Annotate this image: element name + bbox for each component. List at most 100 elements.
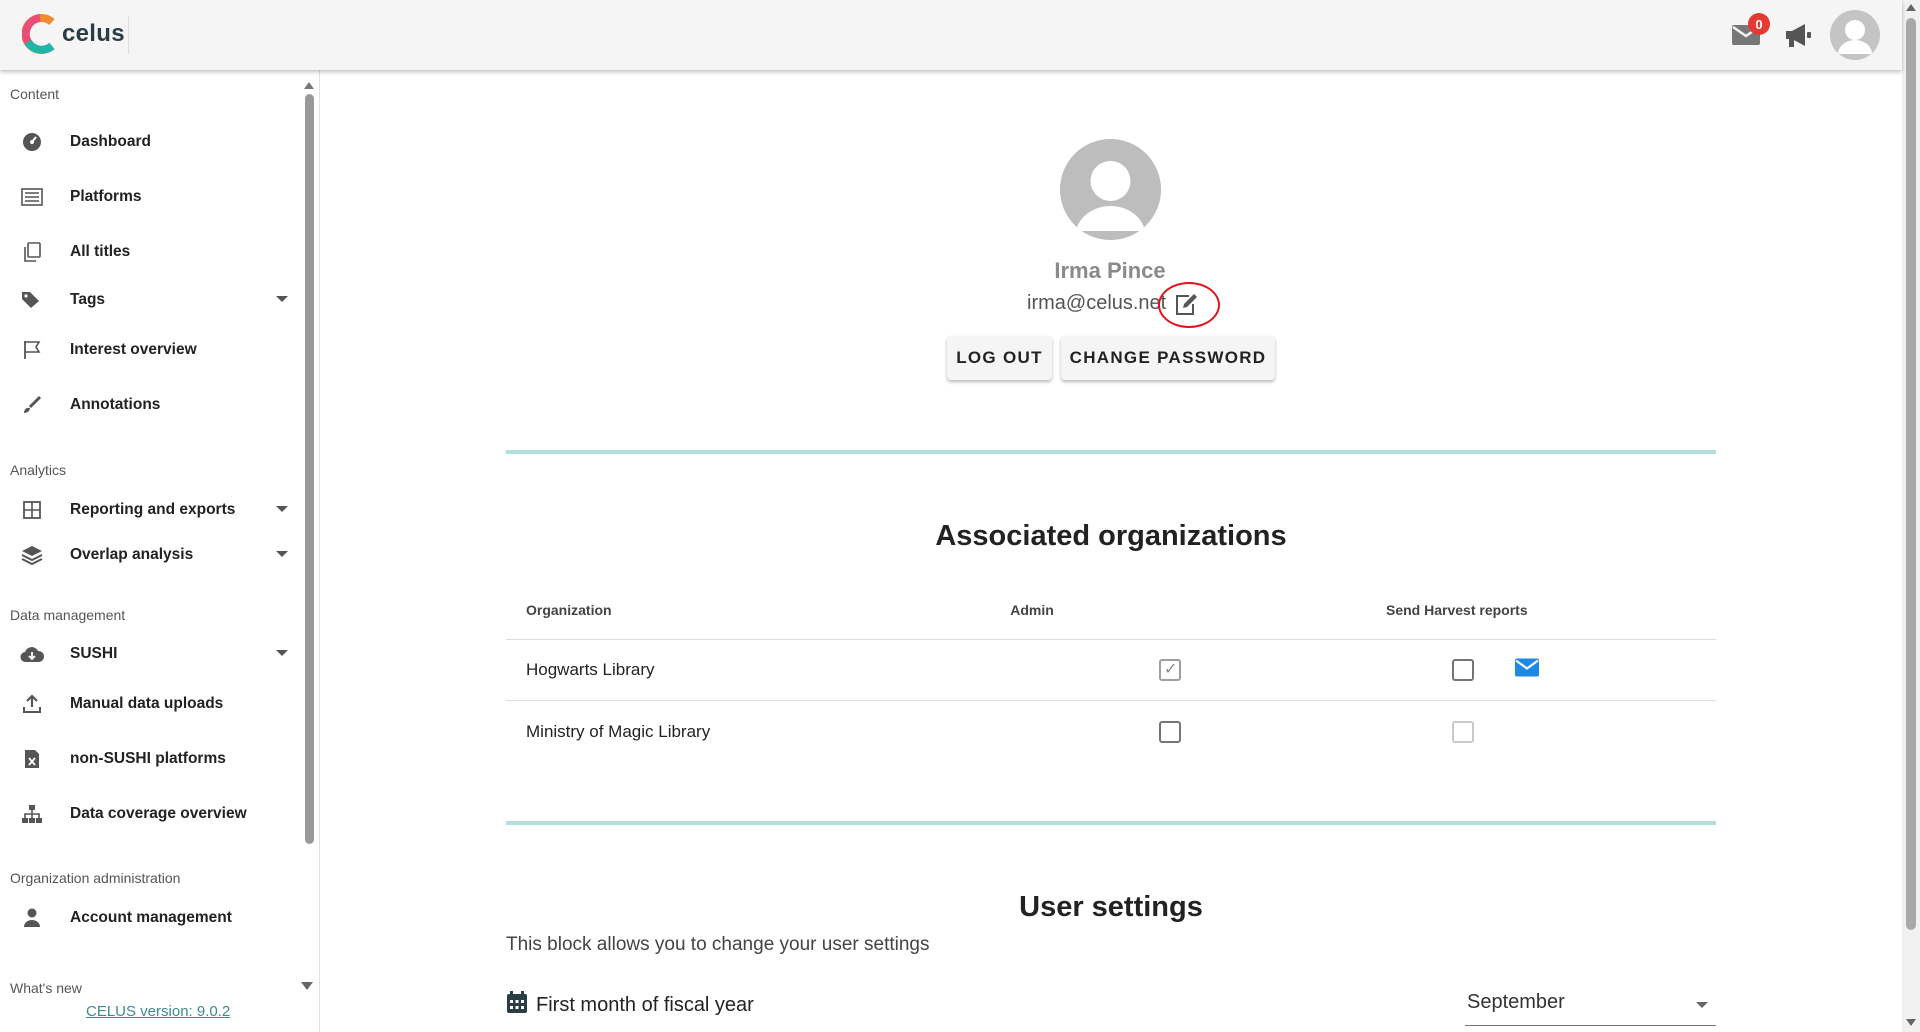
- user-settings-title: User settings: [1019, 891, 1203, 923]
- flag-icon: [20, 338, 44, 362]
- mail-icon[interactable]: [1514, 658, 1540, 683]
- chevron-down-icon[interactable]: [276, 506, 288, 512]
- fiscal-year-label: First month of fiscal year: [506, 990, 754, 1020]
- layers-icon: [20, 543, 44, 567]
- app-bar: celus 0: [0, 0, 1902, 70]
- nav-all-titles[interactable]: All titles: [0, 230, 300, 274]
- nav-account-management-label: Account management: [70, 909, 232, 926]
- fiscal-month-select[interactable]: September: [1465, 986, 1716, 1026]
- user-silhouette-icon: [1830, 10, 1880, 60]
- organizations-title: Associated organizations: [935, 520, 1287, 552]
- list-icon: [20, 185, 44, 209]
- profile-name: Irma Pince: [1054, 258, 1166, 283]
- table-row: Hogwarts Library ✓: [506, 640, 1716, 701]
- nav-platforms-label: Platforms: [70, 188, 142, 205]
- scroll-down-icon[interactable]: [301, 982, 313, 990]
- checkmark-icon: ✓: [1164, 661, 1178, 678]
- nav-account-management[interactable]: Account management: [0, 896, 300, 940]
- user-avatar-button[interactable]: [1830, 10, 1880, 60]
- change-password-button[interactable]: CHANGE PASSWORD: [1061, 336, 1275, 380]
- nav-all-titles-label: All titles: [70, 243, 131, 260]
- table-grid-icon: [20, 498, 44, 522]
- section-whats-new: What's new: [10, 980, 82, 996]
- nav-overlap[interactable]: Overlap analysis: [0, 533, 300, 577]
- main-content: Irma Pince irma@celus.net LOG OUT CHANGE…: [320, 70, 1902, 1032]
- nav-annotations[interactable]: Annotations: [0, 383, 300, 427]
- announcements-button[interactable]: [1778, 11, 1818, 59]
- topbar-actions: 0: [1726, 10, 1880, 60]
- header-send-reports: Send Harvest reports: [1386, 601, 1528, 618]
- sidebar-scrollbar[interactable]: [303, 82, 315, 844]
- user-settings-description: This block allows you to change your use…: [506, 934, 930, 955]
- profile-email: irma@celus.net: [1027, 292, 1167, 314]
- nav-overlap-label: Overlap analysis: [70, 546, 194, 563]
- chevron-down-icon: [1696, 1002, 1708, 1008]
- celus-logo-icon: [22, 14, 55, 54]
- chevron-down-icon[interactable]: [276, 296, 288, 302]
- nav-tags[interactable]: Tags: [0, 278, 300, 322]
- notification-badge: 0: [1748, 13, 1770, 35]
- calendar-icon: [506, 990, 528, 1020]
- section-org-admin: Organization administration: [10, 870, 181, 886]
- nav-dashboard[interactable]: Dashboard: [0, 120, 300, 164]
- nav-reporting-label: Reporting and exports: [70, 501, 236, 518]
- send-reports-checkbox[interactable]: [1452, 659, 1474, 681]
- fiscal-year-text: First month of fiscal year: [536, 993, 754, 1016]
- section-content: Content: [10, 86, 60, 102]
- megaphone-icon: [1786, 24, 1811, 47]
- page-scrollbar[interactable]: [1902, 0, 1920, 1032]
- fiscal-month-value: September: [1467, 991, 1565, 1013]
- excel-file-icon: [20, 747, 44, 771]
- version-link[interactable]: CELUS version: 9.0.2: [86, 1003, 230, 1020]
- nav-coverage[interactable]: Data coverage overview: [0, 792, 300, 836]
- person-icon: [20, 906, 44, 930]
- nav-interest-overview[interactable]: Interest overview: [0, 328, 300, 372]
- cloud-download-icon: [20, 642, 44, 666]
- nav-manual-uploads[interactable]: Manual data uploads: [0, 682, 300, 726]
- nav-non-sushi[interactable]: non-SUSHI platforms: [0, 737, 300, 781]
- profile-avatar: [1060, 139, 1161, 240]
- messages-button[interactable]: 0: [1726, 11, 1770, 59]
- section-divider: [506, 450, 1716, 454]
- highlight-circle: [1158, 282, 1220, 328]
- sidebar-scroll-thumb[interactable]: [305, 94, 314, 844]
- nav-tags-label: Tags: [70, 291, 106, 308]
- scroll-up-icon[interactable]: [1906, 4, 1916, 11]
- admin-checkbox[interactable]: [1159, 720, 1181, 743]
- sidebar: Content Dashboard Platforms All titles T…: [0, 70, 320, 1032]
- nav-sushi-label: SUSHI: [70, 645, 118, 662]
- scroll-down-icon[interactable]: [1906, 1019, 1916, 1026]
- table-row: Ministry of Magic Library: [506, 701, 1716, 762]
- copy-icon: [20, 240, 44, 264]
- nav-dashboard-label: Dashboard: [70, 133, 151, 150]
- celus-logo[interactable]: celus: [22, 12, 125, 56]
- send-reports-checkbox: [1452, 720, 1474, 743]
- page-scroll-thumb[interactable]: [1906, 18, 1916, 930]
- scroll-up-icon[interactable]: [304, 82, 314, 89]
- section-analytics: Analytics: [10, 462, 67, 478]
- upload-icon: [20, 692, 44, 716]
- section-data-management: Data management: [10, 607, 126, 623]
- admin-checkbox[interactable]: ✓: [1159, 659, 1181, 681]
- nav-platforms[interactable]: Platforms: [0, 175, 300, 219]
- sitemap-icon: [20, 802, 44, 826]
- logout-button[interactable]: LOG OUT: [947, 336, 1052, 380]
- org-name: Hogwarts Library: [526, 660, 655, 679]
- organizations-table: Organization Admin Send Harvest reports …: [506, 580, 1716, 762]
- nav-interest-overview-label: Interest overview: [70, 341, 197, 358]
- org-name: Ministry of Magic Library: [526, 721, 711, 741]
- chevron-down-icon[interactable]: [276, 551, 288, 557]
- tags-icon: [20, 288, 44, 312]
- nav-non-sushi-label: non-SUSHI platforms: [70, 750, 226, 767]
- section-divider: [506, 821, 1716, 825]
- logo-text: celus: [62, 20, 125, 47]
- logo-divider: [128, 16, 129, 54]
- nav-sushi[interactable]: SUSHI: [0, 632, 300, 676]
- brush-icon: [20, 393, 44, 417]
- table-header-row: Organization Admin Send Harvest reports: [506, 580, 1716, 640]
- user-silhouette-icon: [1060, 139, 1161, 240]
- nav-annotations-label: Annotations: [70, 396, 161, 413]
- chevron-down-icon[interactable]: [276, 650, 288, 656]
- nav-reporting[interactable]: Reporting and exports: [0, 488, 300, 532]
- speedometer-icon: [20, 130, 44, 154]
